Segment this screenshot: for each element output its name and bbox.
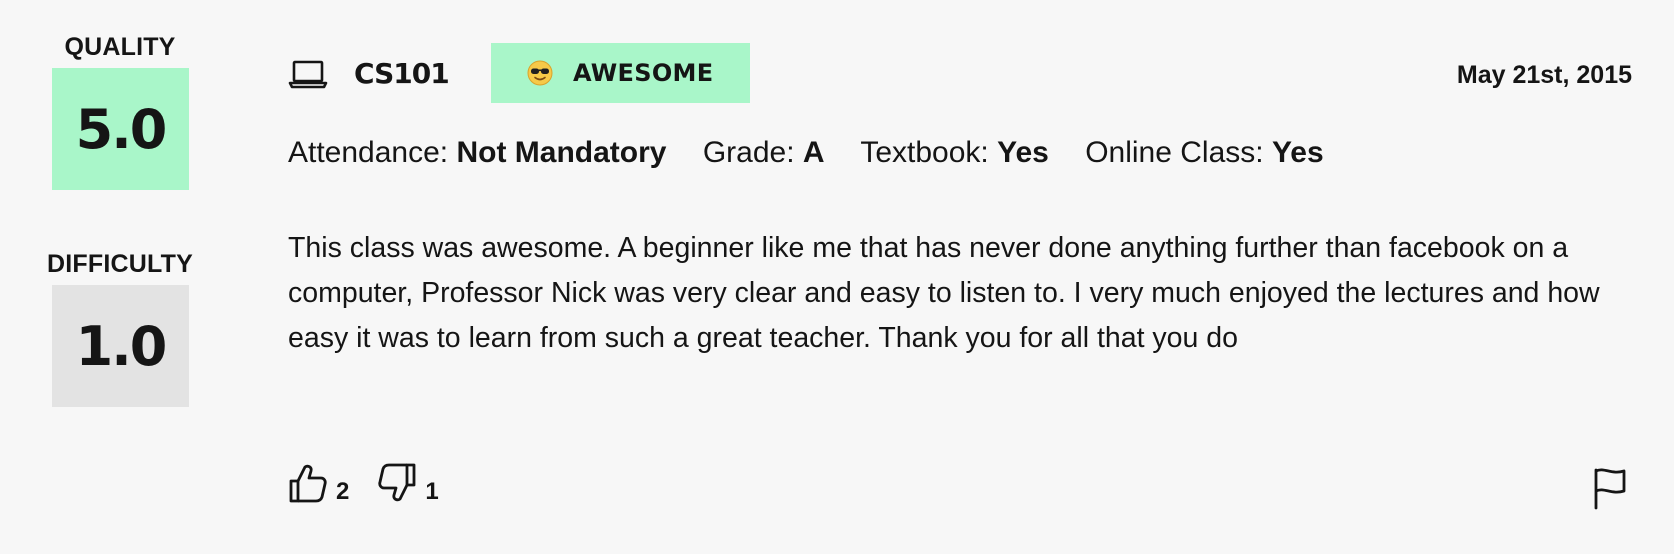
difficulty-score: 1.0: [52, 285, 189, 407]
rating-column: QUALITY 5.0 DIFFICULTY 1.0: [0, 0, 240, 554]
meta-value: A: [802, 136, 825, 169]
rating-tag: AWESOME: [490, 43, 750, 103]
tag-label: AWESOME: [572, 59, 714, 87]
meta-value: Yes: [1271, 136, 1324, 169]
sunglasses-emoji-icon: [527, 60, 553, 86]
rating-header: CS101 AWESOME: [288, 43, 750, 103]
meta-row: Attendance: Not Mandatory Grade: A Textb…: [288, 136, 1352, 170]
meta-grade: Grade: A: [703, 136, 825, 169]
meta-value: Not Mandatory: [456, 136, 667, 169]
difficulty-label: DIFFICULTY: [47, 250, 193, 278]
meta-attendance: Attendance: Not Mandatory: [288, 136, 666, 169]
meta-label: Attendance:: [288, 136, 449, 169]
thumbs-down-icon[interactable]: [377, 462, 417, 504]
meta-value: Yes: [997, 136, 1049, 169]
rating-date: May 21st, 2015: [1456, 61, 1632, 89]
vote-footer: 2 1: [288, 462, 467, 504]
meta-online-class: Online Class: Yes: [1085, 136, 1323, 169]
flag-icon[interactable]: [1590, 466, 1630, 510]
quality-label: QUALITY: [64, 33, 176, 61]
laptop-icon: [288, 56, 328, 90]
thumbs-down-count: 1: [425, 478, 439, 505]
meta-label: Online Class:: [1085, 136, 1264, 169]
meta-label: Grade:: [702, 136, 795, 169]
thumbs-up-button[interactable]: 2: [288, 462, 349, 504]
thumbs-down-button[interactable]: 1: [377, 462, 439, 505]
thumbs-up-icon[interactable]: [288, 462, 328, 504]
course-code: CS101: [354, 56, 450, 90]
thumbs-up-count: 2: [336, 478, 350, 505]
meta-label: Textbook:: [860, 136, 989, 169]
quality-score: 5.0: [52, 68, 189, 190]
review-comment: This class was awesome. A beginner like …: [288, 232, 1600, 354]
meta-textbook: Textbook: Yes: [860, 136, 1049, 169]
